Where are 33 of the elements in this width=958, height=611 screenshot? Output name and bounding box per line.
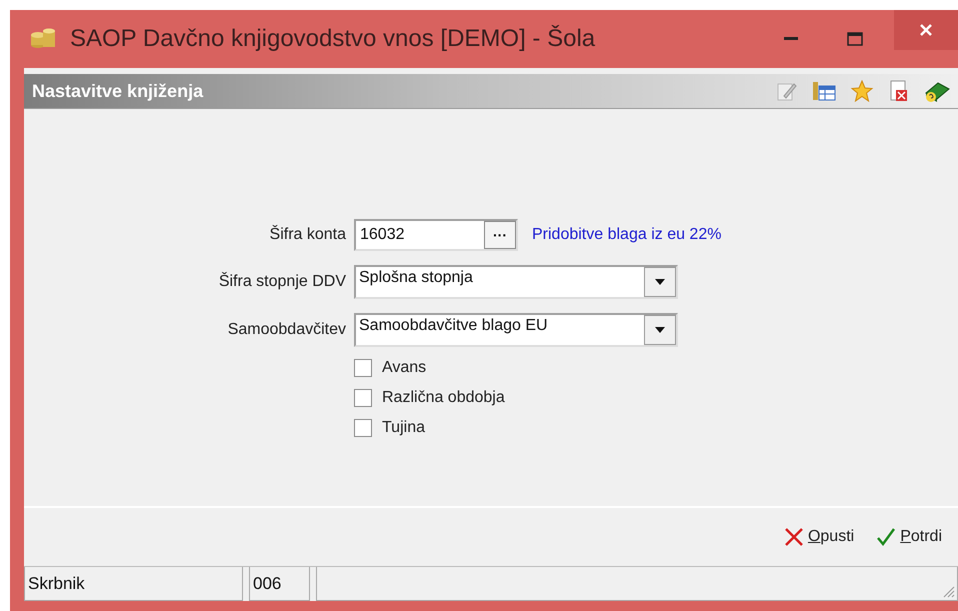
field-label: Samoobdavčitev: [228, 321, 346, 339]
dropdown[interactable]: Splošna stopnja: [354, 265, 678, 299]
checkbox-label: Avans: [382, 359, 426, 377]
star-icon[interactable]: [850, 80, 874, 102]
delete-document-icon[interactable]: [888, 80, 910, 102]
close-icon: [784, 527, 804, 547]
browse-button[interactable]: ···: [484, 221, 516, 249]
cancel-button[interactable]: Opusti: [782, 525, 856, 549]
account-description: Pridobitve blaga iz eu 22%: [532, 226, 722, 244]
window-title: SAOP Davčno knjigovodstvo vnos [DEMO] - Šola: [70, 25, 596, 53]
field-label: Šifra stopnje DDV: [218, 273, 346, 291]
check-icon: [876, 527, 896, 547]
dropdown[interactable]: Samoobdavčitve blago EU: [354, 313, 678, 347]
caret-icon: [655, 327, 665, 333]
checkbox[interactable]: [354, 389, 372, 407]
maximize-icon: [847, 32, 863, 46]
status-cell: 006: [249, 567, 310, 601]
close-button[interactable]: [894, 10, 958, 50]
checkbox-label: Tujina: [382, 419, 425, 437]
field-label: Šifra konta: [270, 226, 346, 244]
close-icon: [919, 23, 933, 37]
account-field[interactable]: 16032 ···: [354, 219, 518, 251]
panel-title: Nastavitve knjiženja: [32, 80, 204, 102]
checkbox[interactable]: [354, 359, 372, 377]
confirm-button[interactable]: Potrdi: [874, 525, 944, 549]
checkbox-label: Različna obdobja: [382, 389, 505, 407]
caret-icon: [655, 279, 665, 285]
status-cell: Skrbnik: [24, 567, 243, 601]
checkbox[interactable]: [354, 419, 372, 437]
minimize-icon: [784, 37, 798, 41]
table-icon[interactable]: [812, 80, 836, 102]
resize-grip-icon[interactable]: [943, 586, 955, 598]
coins-icon: [30, 27, 56, 51]
